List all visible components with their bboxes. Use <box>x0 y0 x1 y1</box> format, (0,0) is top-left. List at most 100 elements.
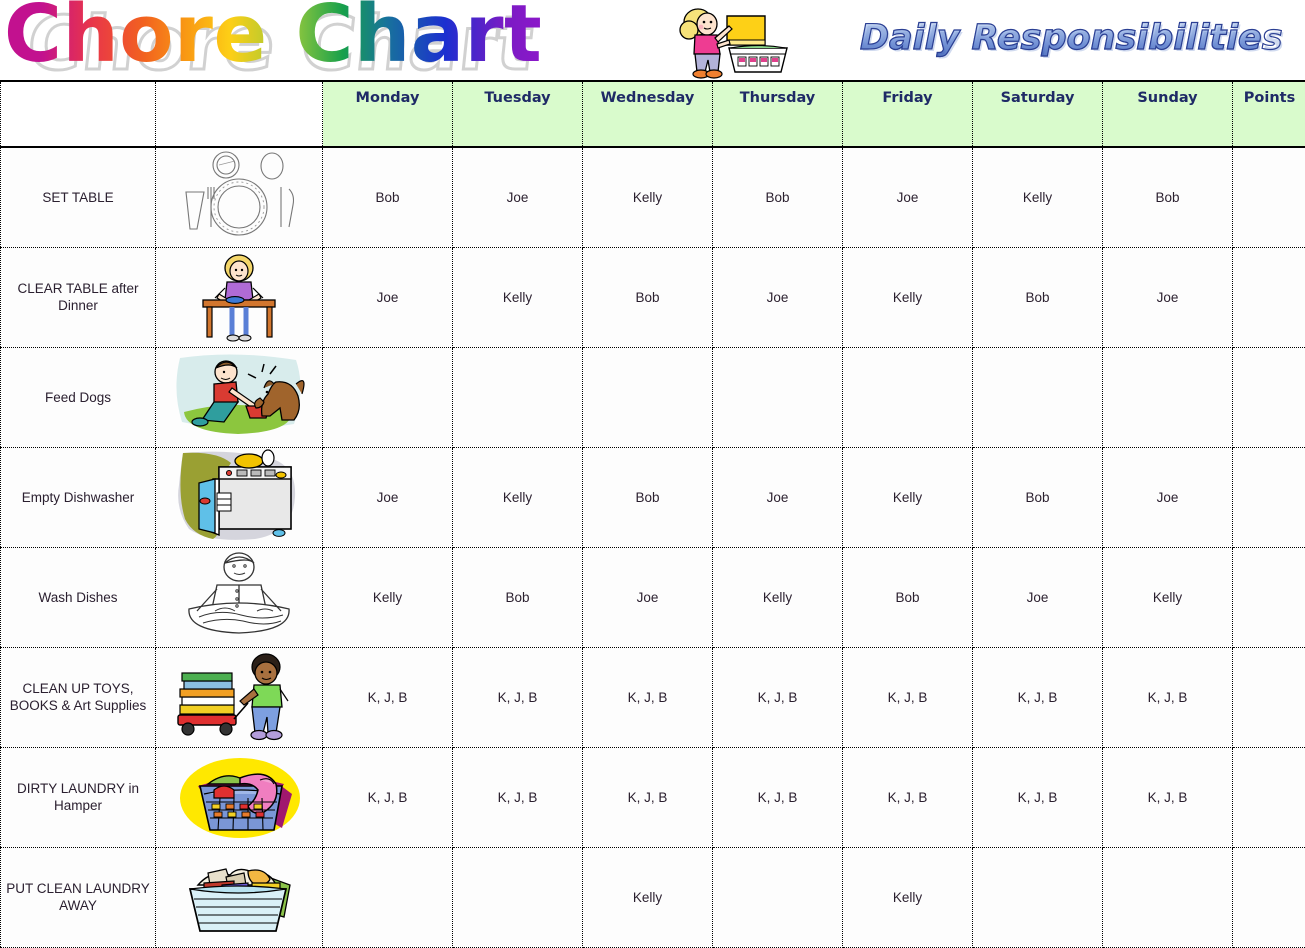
header-monday: Monday <box>323 81 453 147</box>
assignment-cell[interactable]: K, J, B <box>713 647 843 747</box>
chore-label: CLEAR TABLE after Dinner <box>1 247 156 347</box>
assignment-cell[interactable]: Joe <box>323 447 453 547</box>
assignment-cell[interactable]: Bob <box>453 547 583 647</box>
assignment-cell[interactable] <box>323 847 453 947</box>
assignment-cell[interactable]: Joe <box>713 247 843 347</box>
points-cell[interactable] <box>1233 147 1305 247</box>
assignment-cell[interactable]: K, J, B <box>453 747 583 847</box>
header-tuesday: Tuesday <box>453 81 583 147</box>
girl-folding-laundry-icon <box>665 2 810 82</box>
points-cell[interactable] <box>1233 247 1305 347</box>
chore-picture-cell <box>156 247 323 347</box>
assignment-cell[interactable]: K, J, B <box>453 647 583 747</box>
assignment-cell[interactable]: K, J, B <box>973 747 1103 847</box>
header-picture-blank <box>156 81 323 147</box>
header-points: Points <box>1233 81 1305 147</box>
header-sunday: Sunday <box>1103 81 1233 147</box>
chore-label: Wash Dishes <box>1 547 156 647</box>
chore-picture-cell <box>156 647 323 747</box>
chore-picture-cell <box>156 847 323 947</box>
chore-label: DIRTY LAUNDRY in Hamper <box>1 747 156 847</box>
points-cell[interactable] <box>1233 347 1305 447</box>
table-row: Wash Dishes <box>1 547 1305 647</box>
page-banner: Chore Chart Chore Chart <box>0 0 1305 83</box>
laundry-basket-dirty-icon <box>156 750 322 844</box>
assignment-cell[interactable]: Kelly <box>843 247 973 347</box>
assignment-cell[interactable] <box>843 347 973 447</box>
table-row: Feed Dogs <box>1 347 1305 447</box>
points-cell[interactable] <box>1233 747 1305 847</box>
table-row: Empty Dishwasher <box>1 447 1305 547</box>
assignment-cell[interactable] <box>453 347 583 447</box>
boy-with-wagon-of-books-icon <box>156 651 322 743</box>
assignment-cell[interactable]: Joe <box>1103 247 1233 347</box>
points-cell[interactable] <box>1233 847 1305 947</box>
assignment-cell[interactable]: Joe <box>453 147 583 247</box>
assignment-cell[interactable]: K, J, B <box>583 747 713 847</box>
table-row: CLEAN UP TOYS, BOOKS & Art Supplies <box>1 647 1305 747</box>
assignment-cell[interactable]: Joe <box>323 247 453 347</box>
place-setting-icon <box>156 151 322 243</box>
assignment-cell[interactable]: Kelly <box>583 847 713 947</box>
assignment-cell[interactable]: Joe <box>843 147 973 247</box>
page-title: Chore Chart <box>4 0 542 80</box>
assignment-cell[interactable] <box>583 347 713 447</box>
assignment-cell[interactable]: Kelly <box>453 447 583 547</box>
assignment-cell[interactable] <box>323 347 453 447</box>
assignment-cell[interactable]: Joe <box>713 447 843 547</box>
chore-label: CLEAN UP TOYS, BOOKS & Art Supplies <box>1 647 156 747</box>
chore-picture-cell <box>156 547 323 647</box>
header-thursday: Thursday <box>713 81 843 147</box>
assignment-cell[interactable]: Bob <box>323 147 453 247</box>
points-cell[interactable] <box>1233 447 1305 547</box>
table-row: CLEAR TABLE after Dinner <box>1 247 1305 347</box>
assignment-cell[interactable]: Bob <box>973 447 1103 547</box>
chore-label: SET TABLE <box>1 147 156 247</box>
assignment-cell[interactable]: Kelly <box>453 247 583 347</box>
assignment-cell[interactable]: Bob <box>1103 147 1233 247</box>
table-row: SET TABLE <box>1 147 1305 247</box>
chore-picture-cell <box>156 147 323 247</box>
assignment-cell[interactable]: Joe <box>1103 447 1233 547</box>
chart-title-wordart: Chore Chart Chore Chart <box>4 0 644 80</box>
assignment-cell[interactable]: Bob <box>843 547 973 647</box>
assignment-cell[interactable]: Joe <box>583 547 713 647</box>
dishwasher-icon <box>156 449 322 545</box>
assignment-cell[interactable]: Kelly <box>323 547 453 647</box>
table-row: DIRTY LAUNDRY in Hamper <box>1 747 1305 847</box>
assignment-cell[interactable] <box>713 847 843 947</box>
chore-picture-cell <box>156 347 323 447</box>
assignment-cell[interactable]: Bob <box>583 447 713 547</box>
assignment-cell[interactable]: Joe <box>973 547 1103 647</box>
assignment-cell[interactable]: K, J, B <box>323 647 453 747</box>
chore-label: Feed Dogs <box>1 347 156 447</box>
points-cell[interactable] <box>1233 547 1305 647</box>
assignment-cell[interactable]: Kelly <box>843 447 973 547</box>
assignment-cell[interactable] <box>453 847 583 947</box>
assignment-cell[interactable]: K, J, B <box>1103 647 1233 747</box>
assignment-cell[interactable]: Bob <box>583 247 713 347</box>
assignment-cell[interactable]: K, J, B <box>713 747 843 847</box>
assignment-cell[interactable] <box>1103 847 1233 947</box>
points-cell[interactable] <box>1233 647 1305 747</box>
header-chore-blank <box>1 81 156 147</box>
assignment-cell[interactable] <box>973 347 1103 447</box>
assignment-cell[interactable] <box>973 847 1103 947</box>
assignment-cell[interactable]: K, J, B <box>973 647 1103 747</box>
assignment-cell[interactable]: Kelly <box>583 147 713 247</box>
assignment-cell[interactable]: Bob <box>713 147 843 247</box>
assignment-cell[interactable] <box>713 347 843 447</box>
assignment-cell[interactable]: Kelly <box>713 547 843 647</box>
assignment-cell[interactable]: Bob <box>973 247 1103 347</box>
assignment-cell[interactable]: K, J, B <box>843 747 973 847</box>
assignment-cell[interactable]: Kelly <box>843 847 973 947</box>
assignment-cell[interactable]: K, J, B <box>583 647 713 747</box>
chore-picture-cell <box>156 447 323 547</box>
assignment-cell[interactable] <box>1103 347 1233 447</box>
assignment-cell[interactable]: Kelly <box>1103 547 1233 647</box>
chore-label: PUT CLEAN LAUNDRY AWAY <box>1 847 156 947</box>
assignment-cell[interactable]: Kelly <box>973 147 1103 247</box>
assignment-cell[interactable]: K, J, B <box>1103 747 1233 847</box>
assignment-cell[interactable]: K, J, B <box>843 647 973 747</box>
assignment-cell[interactable]: K, J, B <box>323 747 453 847</box>
